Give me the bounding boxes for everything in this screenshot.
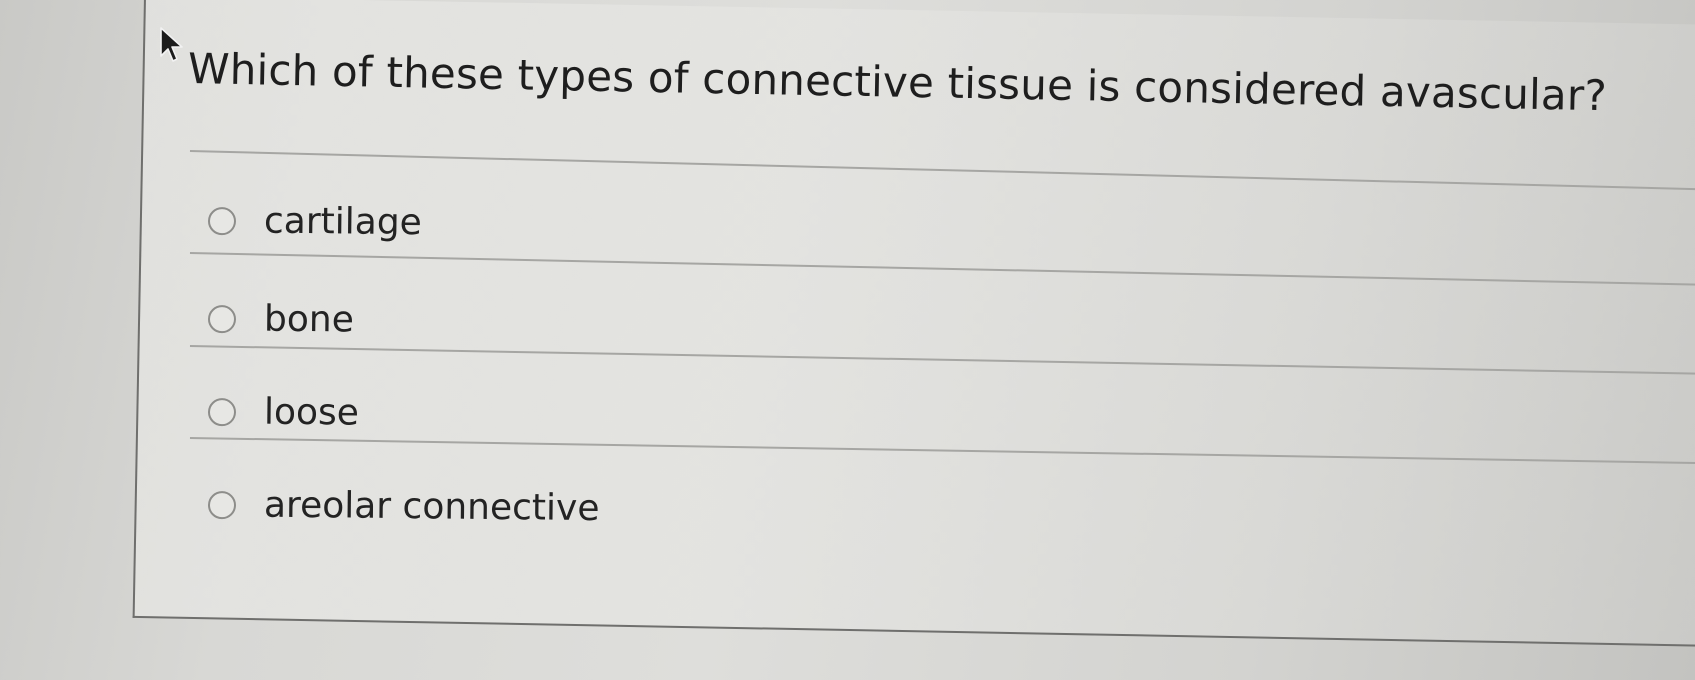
radio-button-icon[interactable]	[207, 490, 237, 519]
option-label[interactable]: loose	[264, 392, 359, 434]
option-label[interactable]: cartilage	[264, 201, 422, 244]
option-label[interactable]: bone	[264, 299, 354, 341]
radio-button-icon[interactable]	[207, 397, 237, 426]
mouse-pointer-icon	[160, 27, 183, 62]
option-bone[interactable]: bone	[207, 298, 354, 341]
radio-button-icon[interactable]	[207, 206, 237, 235]
option-cartilage[interactable]: cartilage	[207, 200, 422, 244]
radio-button-icon[interactable]	[207, 304, 237, 333]
option-loose[interactable]: loose	[207, 391, 359, 434]
option-label[interactable]: areolar connective	[264, 485, 600, 530]
option-areolar-connective[interactable]: areolar connective	[207, 484, 600, 530]
